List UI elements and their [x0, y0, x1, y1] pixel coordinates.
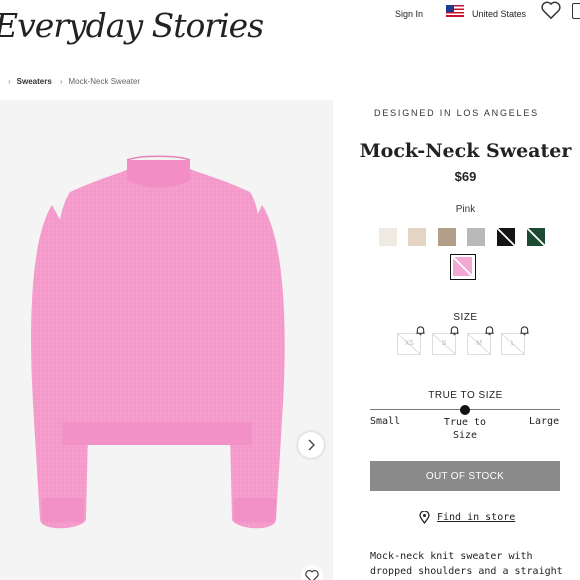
product-description: Mock-neck knit sweater with dropped shou…: [370, 551, 563, 577]
country-selector[interactable]: United States: [472, 9, 526, 19]
color-swatch[interactable]: [406, 226, 428, 248]
fit-indicator: [460, 405, 470, 415]
out-of-stock-button[interactable]: OUT OF STOCK: [370, 461, 560, 491]
chevron-right-icon: [308, 439, 315, 451]
color-swatch[interactable]: [465, 226, 487, 248]
fit-label-true-to-size: True to Size: [443, 417, 487, 441]
product-title: Mock-Neck Sweater: [359, 140, 572, 162]
designed-in-label: DESIGNED IN LOS ANGELES: [374, 108, 539, 118]
bell-icon[interactable]: [449, 325, 460, 336]
color-swatch[interactable]: [436, 226, 458, 248]
us-flag-icon[interactable]: [446, 5, 464, 17]
breadcrumb-item-sweaters[interactable]: Sweaters: [17, 77, 52, 86]
fit-label-small: Small: [370, 416, 401, 427]
breadcrumb: › Sweaters › Mock-Neck Sweater: [8, 77, 141, 86]
selected-color-name: Pink: [455, 204, 476, 215]
heart-icon[interactable]: [540, 0, 562, 20]
brand-logo[interactable]: Everyday Stories: [0, 6, 264, 45]
size-option-s[interactable]: S: [432, 333, 456, 355]
location-pin-icon: [419, 510, 430, 524]
sweater-image: [31, 155, 285, 529]
size-option-xs[interactable]: XS: [397, 333, 421, 355]
product-price: $69: [454, 169, 477, 184]
bell-icon[interactable]: [519, 325, 530, 336]
heart-icon: [305, 570, 319, 580]
size-label: SIZE: [453, 312, 478, 323]
color-swatch[interactable]: [495, 226, 517, 248]
color-swatch[interactable]: [377, 226, 399, 248]
size-option-l[interactable]: L: [501, 333, 525, 355]
favorite-button[interactable]: [301, 565, 323, 580]
bell-icon[interactable]: [415, 325, 426, 336]
find-in-store-link[interactable]: Find in store: [419, 510, 515, 524]
size-option-m[interactable]: M: [467, 333, 491, 355]
breadcrumb-item-current: Mock-Neck Sweater: [68, 77, 141, 86]
bag-icon[interactable]: [572, 3, 580, 19]
sign-in-link[interactable]: Sign In: [395, 9, 423, 19]
color-swatch-selected[interactable]: [450, 254, 476, 280]
product-image[interactable]: [0, 100, 333, 580]
fit-label-large: Large: [529, 416, 560, 427]
fit-title: TRUE TO SIZE: [428, 390, 503, 401]
color-swatch[interactable]: [525, 226, 547, 248]
next-image-button[interactable]: [298, 432, 324, 458]
bell-icon[interactable]: [484, 325, 495, 336]
